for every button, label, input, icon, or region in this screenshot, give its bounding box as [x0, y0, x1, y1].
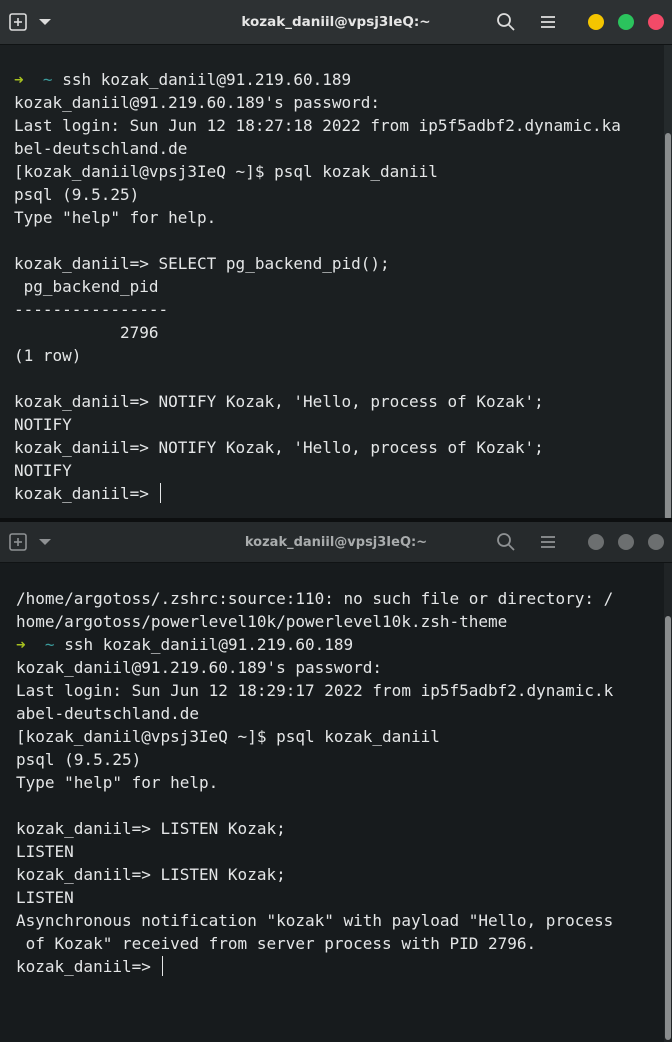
terminal-line: Last login: Sun Jun 12 18:27:18 2022 fro… — [14, 114, 660, 137]
line-text: abel-deutschland.de — [16, 704, 200, 723]
terminal-line: psql (9.5.25) — [14, 183, 660, 206]
terminal-line: abel-deutschland.de — [16, 702, 660, 725]
search-icon[interactable] — [496, 12, 516, 32]
line-text: Asynchronous notification "kozak" with p… — [16, 911, 614, 930]
scrollbar-thumb[interactable] — [665, 133, 671, 520]
line-text: kozak_daniil=> — [14, 484, 159, 503]
terminal-line: ---------------- — [14, 298, 660, 321]
terminal-line: NOTIFY — [14, 459, 660, 482]
line-text: kozak_daniil@91.219.60.189's password: — [14, 93, 381, 112]
terminal-line: Last login: Sun Jun 12 18:29:17 2022 fro… — [16, 679, 660, 702]
new-tab-icon[interactable] — [8, 532, 28, 552]
line-text: NOTIFY — [14, 461, 72, 480]
terminal-output[interactable]: /home/argotoss/.zshrc:source:110: no suc… — [16, 587, 660, 978]
hamburger-menu-icon[interactable] — [538, 532, 558, 552]
terminal-line: kozak_daniil@91.219.60.189's password: — [14, 91, 660, 114]
terminal-window-bottom[interactable]: kozak_daniil@vpsj3IeQ:~ /home/argotoss/.… — [0, 522, 672, 1042]
terminal-line: Type "help" for help. — [16, 771, 660, 794]
terminal-line: kozak_daniil=> LISTEN Kozak; — [16, 817, 660, 840]
terminal-line: [kozak_daniil@vpsj3IeQ ~]$ psql kozak_da… — [14, 160, 660, 183]
terminal-line: (1 row) — [14, 344, 660, 367]
scrollbar[interactable] — [664, 45, 672, 522]
close-button[interactable] — [648, 534, 664, 550]
terminal-line: of Kozak" received from server process w… — [16, 932, 660, 955]
terminal-line: home/argotoss/powerlevel10k/powerlevel10… — [16, 610, 660, 633]
minimize-button[interactable] — [588, 14, 604, 30]
line-text: Last login: Sun Jun 12 18:27:18 2022 fro… — [14, 116, 621, 135]
line-text: home/argotoss/powerlevel10k/powerlevel10… — [16, 612, 508, 631]
text-cursor — [161, 956, 163, 976]
terminal-line: kozak_daniil=> LISTEN Kozak; — [16, 863, 660, 886]
title-bar[interactable]: kozak_daniil@vpsj3IeQ:~ — [0, 522, 672, 563]
terminal-line: kozak_daniil=> — [14, 482, 660, 505]
text-cursor — [159, 483, 161, 503]
line-text: kozak_daniil@91.219.60.189's password: — [16, 658, 383, 677]
new-tab-icon[interactable] — [8, 12, 28, 32]
line-text: 2796 — [14, 323, 159, 342]
title-bar[interactable]: kozak_daniil@vpsj3IeQ:~ — [0, 0, 672, 45]
prompt-arrow: ➜ — [14, 70, 24, 89]
maximize-button[interactable] — [618, 534, 634, 550]
terminal-line: NOTIFY — [14, 413, 660, 436]
line-text: Type "help" for help. — [14, 208, 217, 227]
line-text: pg_backend_pid — [14, 277, 159, 296]
terminal-window-top[interactable]: kozak_daniil@vpsj3IeQ:~ ➜ ~ ssh kozak_da… — [0, 0, 672, 522]
line-text: kozak_daniil=> NOTIFY Kozak, 'Hello, pro… — [14, 438, 544, 457]
prompt-cwd: ~ — [42, 70, 53, 89]
terminal-line: Type "help" for help. — [14, 206, 660, 229]
line-text: ---------------- — [14, 300, 169, 319]
line-text: [kozak_daniil@vpsj3IeQ ~]$ psql kozak_da… — [16, 727, 440, 746]
search-icon[interactable] — [496, 532, 516, 552]
scrollbar[interactable] — [664, 563, 672, 1042]
line-text: /home/argotoss/.zshrc:source:110: no suc… — [16, 589, 614, 608]
line-text: Last login: Sun Jun 12 18:29:17 2022 fro… — [16, 681, 614, 700]
scrollbar-thumb[interactable] — [665, 616, 671, 1040]
line-text: of Kozak" received from server process w… — [16, 934, 537, 953]
terminal-line: Asynchronous notification "kozak" with p… — [16, 909, 660, 932]
line-text: bel-deutschland.de — [14, 139, 188, 158]
terminal-line: LISTEN — [16, 886, 660, 909]
line-text: Type "help" for help. — [16, 773, 219, 792]
chevron-down-icon[interactable] — [38, 535, 52, 549]
line-text: kozak_daniil=> NOTIFY Kozak, 'Hello, pro… — [14, 392, 544, 411]
prompt-arrow: ➜ — [16, 635, 26, 654]
line-text: kozak_daniil=> SELECT pg_backend_pid(); — [14, 254, 390, 273]
terminal-line: pg_backend_pid — [14, 275, 660, 298]
line-text: psql (9.5.25) — [16, 750, 142, 769]
close-button[interactable] — [648, 14, 664, 30]
line-text: psql (9.5.25) — [14, 185, 140, 204]
line-text: NOTIFY — [14, 415, 72, 434]
chevron-down-icon[interactable] — [38, 15, 52, 29]
minimize-button[interactable] — [588, 534, 604, 550]
terminal-line: 2796 — [14, 321, 660, 344]
terminal-line: kozak_daniil=> SELECT pg_backend_pid(); — [14, 252, 660, 275]
line-text: kozak_daniil=> LISTEN Kozak; — [16, 865, 286, 884]
terminal-line: ➜ ~ ssh kozak_daniil@91.219.60.189 — [16, 633, 660, 656]
terminal-line: kozak_daniil=> — [16, 955, 660, 978]
terminal-line: [kozak_daniil@vpsj3IeQ ~]$ psql kozak_da… — [16, 725, 660, 748]
terminal-line: psql (9.5.25) — [16, 748, 660, 771]
maximize-button[interactable] — [618, 14, 634, 30]
terminal-line: kozak_daniil@91.219.60.189's password: — [16, 656, 660, 679]
line-text: LISTEN — [16, 842, 74, 861]
prompt-cwd: ~ — [44, 635, 55, 654]
terminal-line: kozak_daniil=> NOTIFY Kozak, 'Hello, pro… — [14, 436, 660, 459]
line-text: kozak_daniil=> LISTEN Kozak; — [16, 819, 286, 838]
line-text: [kozak_daniil@vpsj3IeQ ~]$ psql kozak_da… — [14, 162, 438, 181]
terminal-line: bel-deutschland.de — [14, 137, 660, 160]
line-text: ssh kozak_daniil@91.219.60.189 — [62, 70, 352, 89]
hamburger-menu-icon[interactable] — [538, 12, 558, 32]
line-text: (1 row) — [14, 346, 82, 365]
terminal-line: kozak_daniil=> NOTIFY Kozak, 'Hello, pro… — [14, 390, 660, 413]
line-text: LISTEN — [16, 888, 74, 907]
terminal-output[interactable]: ➜ ~ ssh kozak_daniil@91.219.60.189 kozak_… — [14, 68, 660, 505]
terminal-line: LISTEN — [16, 840, 660, 863]
terminal-line: ➜ ~ ssh kozak_daniil@91.219.60.189 — [14, 68, 660, 91]
line-text: kozak_daniil=> — [16, 957, 161, 976]
line-text: ssh kozak_daniil@91.219.60.189 — [64, 635, 354, 654]
terminal-line: /home/argotoss/.zshrc:source:110: no suc… — [16, 587, 660, 610]
